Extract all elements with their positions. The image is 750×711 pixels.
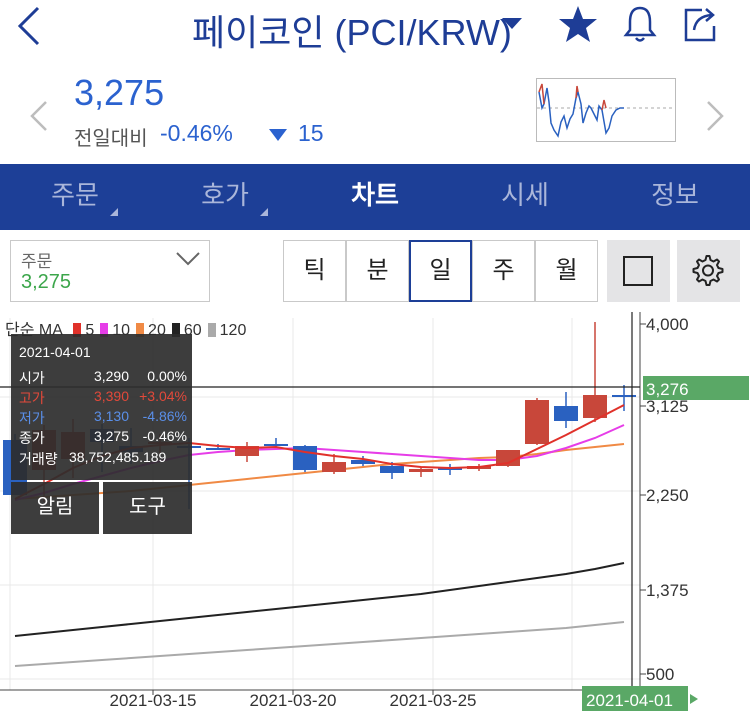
tab-market[interactable]: 시세 — [450, 164, 600, 230]
info-row-pct: 0.00% — [147, 368, 187, 384]
candle-body — [409, 469, 433, 472]
fullscreen-button[interactable] — [607, 240, 670, 302]
info-row-label: 시가 — [19, 370, 45, 386]
info-date: 2021-04-01 — [19, 344, 91, 360]
order-select-value: 3,275 — [21, 271, 72, 293]
order-select-label: 주문 — [21, 252, 53, 271]
share-icon[interactable] — [680, 4, 720, 44]
chart-settings-button[interactable] — [677, 240, 740, 302]
change-label: 전일대비 — [74, 128, 148, 150]
change-amount: 15 — [298, 120, 324, 146]
next-arrow-icon[interactable] — [704, 98, 726, 134]
tab-chart-label: 차트 — [351, 180, 399, 210]
info-row-pct: +3.04% — [139, 388, 187, 404]
gear-icon — [692, 255, 724, 286]
candle-body — [322, 462, 346, 472]
info-row-label: 고가 — [19, 390, 45, 406]
ma120-line — [14, 621, 625, 667]
top-bar: 페이코인 (PCI/KRW) — [0, 0, 750, 60]
tab-orderbook-label: 호가 — [201, 180, 249, 210]
tools-button[interactable]: 도구 — [103, 482, 192, 534]
date-arrow-icon — [690, 694, 698, 704]
info-row-value: 3,275 — [93, 428, 129, 444]
tab-info-label: 정보 — [651, 180, 699, 210]
tab-order[interactable]: 주문 — [0, 164, 150, 230]
period-month-button[interactable]: 월 — [535, 240, 598, 302]
legend-item: 120 — [202, 322, 247, 340]
y-tick-label: 500 — [646, 665, 674, 684]
bell-icon[interactable] — [620, 4, 660, 44]
prev-arrow-icon[interactable] — [28, 98, 50, 134]
info-row-pct: -0.46% — [142, 428, 187, 444]
page-title[interactable]: 페이코인 (PCI/KRW) — [192, 4, 512, 56]
info-row-value: 3,290 — [93, 368, 129, 384]
candle-body — [554, 406, 578, 421]
ohlc-info-panel: 2021-04-01 시가 3,290 0.00% 고가 3,390 +3.04% 저가 3,… — [11, 334, 192, 480]
y-tick-label: 1,375 — [646, 581, 689, 600]
ma60-path — [14, 562, 625, 637]
x-tick-label: 2021-03-15 — [110, 691, 197, 710]
x-tick-label: 2021-03-20 — [250, 691, 337, 710]
crosshair-date-label: 2021-04-01 — [586, 691, 673, 710]
legend-swatch — [207, 323, 216, 337]
candle-body — [206, 448, 230, 450]
info-row: 시가 3,290 0.00% — [19, 368, 187, 388]
y-tick-label: 4,000 — [646, 315, 689, 334]
star-icon[interactable] — [558, 4, 598, 44]
square-icon — [623, 256, 653, 286]
order-price-select[interactable]: 주문 3,275 — [10, 240, 210, 302]
candle-body — [264, 444, 288, 446]
period-day-button[interactable]: 일 — [409, 240, 472, 302]
info-row-value: 3,390 — [93, 388, 129, 404]
info-row: 저가 3,130 -4.86% — [19, 408, 187, 428]
chevron-down-icon[interactable] — [500, 16, 524, 32]
candle-body — [525, 400, 549, 444]
price-summary: 3,275 전일대비 -0.46% 15 — [0, 60, 750, 164]
info-row: 종가 3,275 -0.46% — [19, 428, 187, 448]
info-row-label: 저가 — [19, 410, 45, 426]
info-volume-label: 거래량 — [19, 451, 58, 467]
period-week-button[interactable]: 주 — [472, 240, 535, 302]
down-triangle-icon — [269, 129, 287, 141]
ma120-path — [14, 621, 625, 667]
info-row-label: 종가 — [19, 430, 45, 446]
info-row-pct: -4.86% — [142, 408, 187, 424]
dropdown-corner-icon — [260, 208, 268, 216]
legend-period: 120 — [219, 322, 247, 339]
x-tick-label: 2021-03-25 — [390, 691, 477, 710]
tab-info[interactable]: 정보 — [600, 164, 750, 230]
dropdown-corner-icon — [110, 208, 118, 216]
chevron-down-icon — [176, 252, 200, 266]
y-tick-label: 2,250 — [646, 486, 689, 505]
ma60-line — [14, 562, 625, 637]
tab-market-label: 시세 — [501, 180, 549, 210]
alarm-button[interactable]: 알림 — [11, 482, 99, 534]
main-tabs: 주문 호가 차트 시세 정보 — [0, 164, 750, 230]
tab-orderbook[interactable]: 호가 — [150, 164, 300, 230]
period-minute-button[interactable]: 분 — [346, 240, 409, 302]
crosshair-price-label: 3,276 — [646, 380, 689, 399]
candle-body — [380, 466, 404, 473]
back-icon[interactable] — [12, 4, 44, 48]
info-row-value: 3,130 — [93, 408, 129, 424]
tab-order-label: 주문 — [51, 180, 99, 210]
info-volume-row: 거래량 38,752,485.189 — [19, 449, 187, 469]
change-percent: -0.46% — [160, 120, 233, 146]
info-row: 고가 3,390 +3.04% — [19, 388, 187, 408]
period-tick-button[interactable]: 틱 — [283, 240, 346, 302]
current-price: 3,275 — [74, 72, 165, 113]
tab-chart[interactable]: 차트 — [300, 164, 450, 230]
mini-chart[interactable] — [536, 78, 676, 142]
info-volume-value: 38,752,485.189 — [69, 449, 167, 465]
